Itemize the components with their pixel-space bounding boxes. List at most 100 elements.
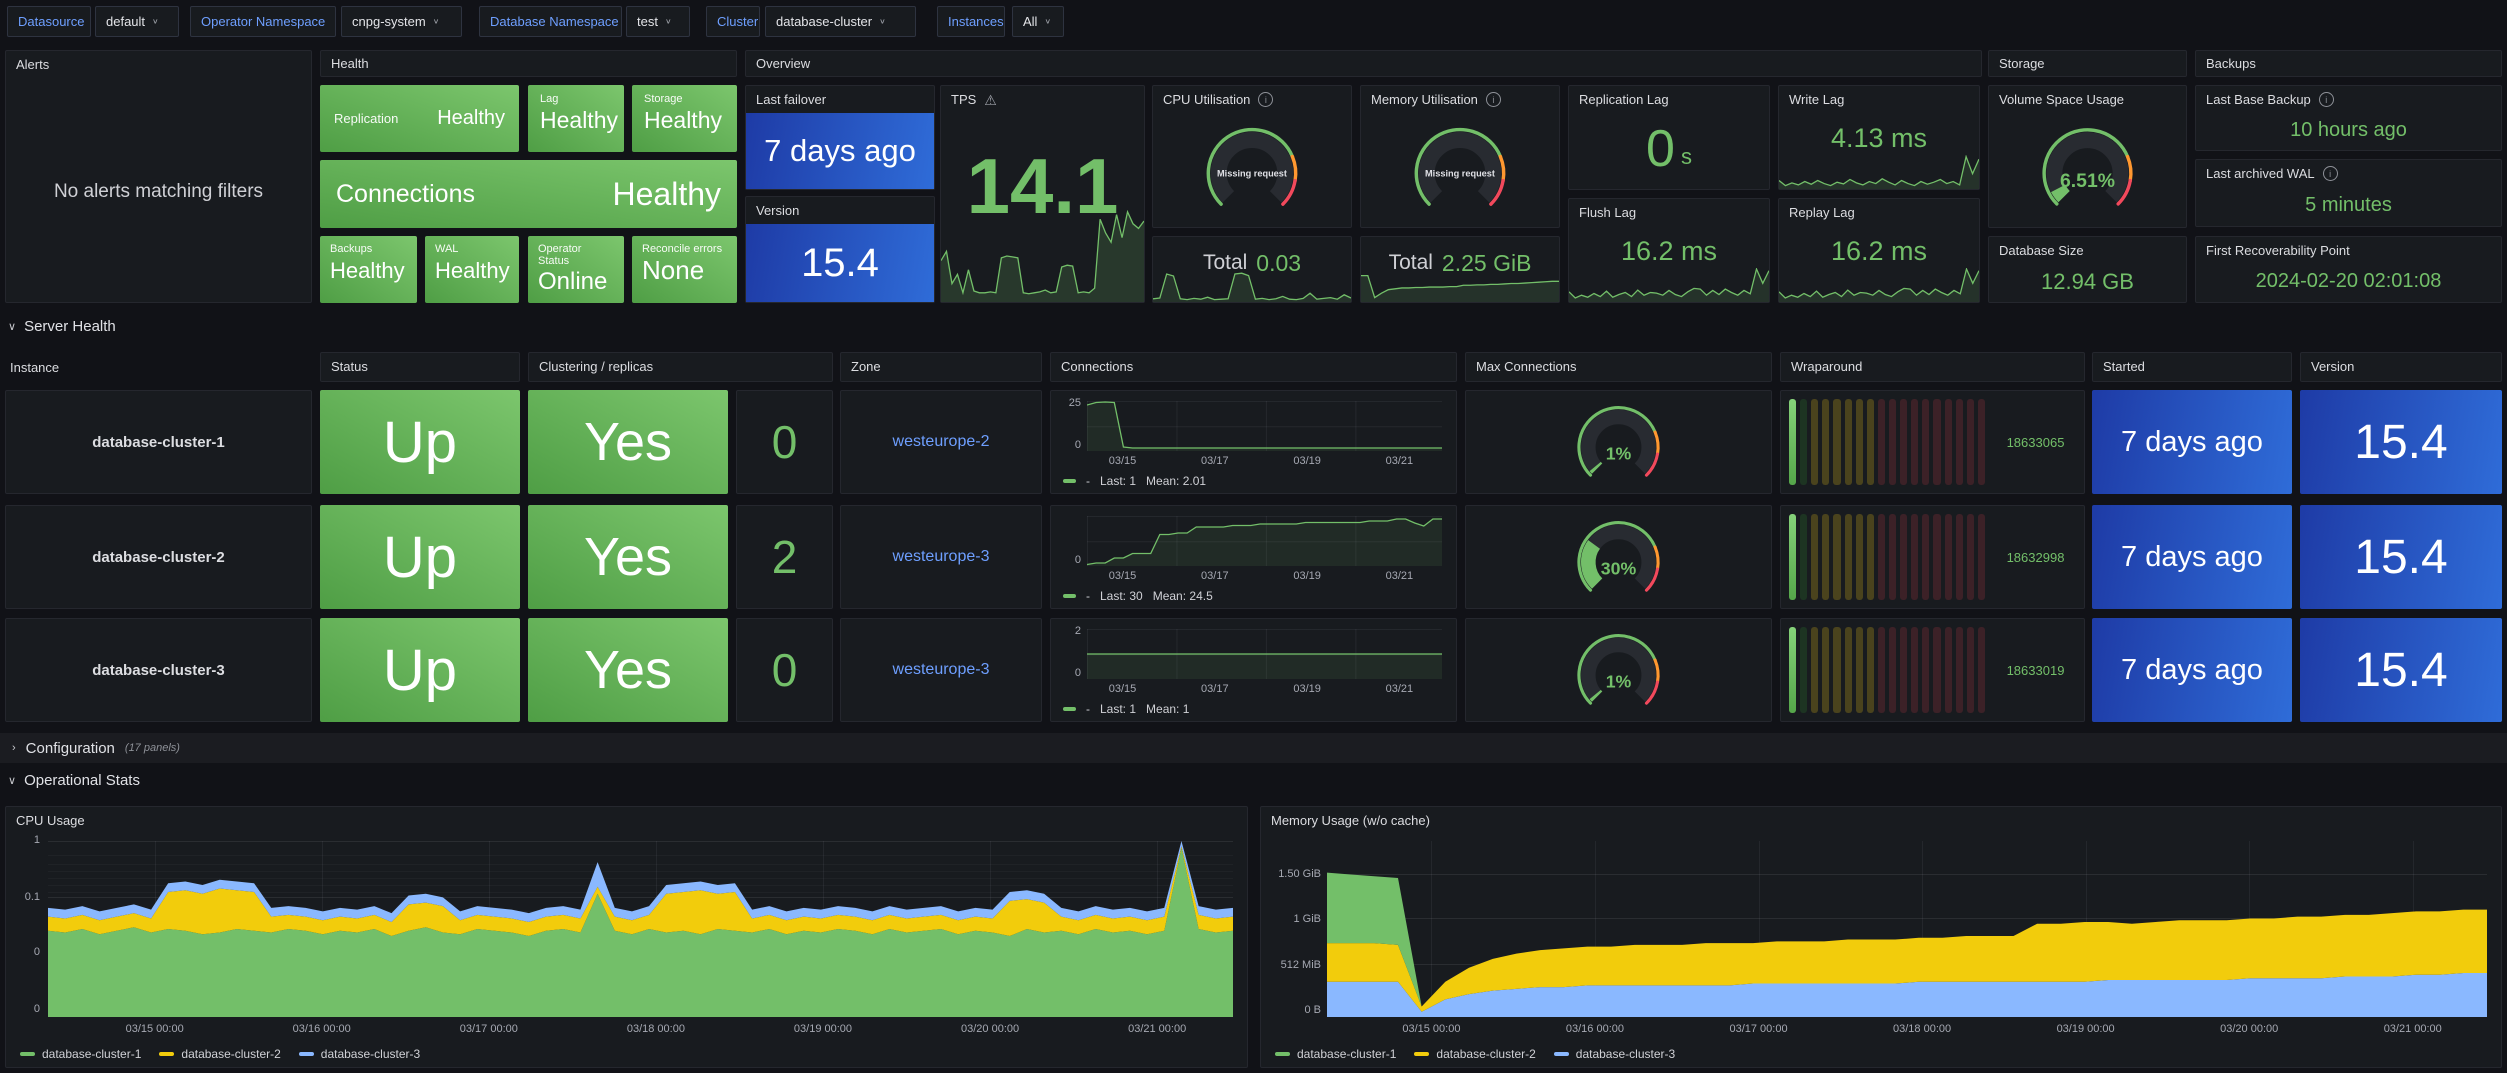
backups-header-panel: Backups <box>2195 50 2502 77</box>
wraparound-cell: 18632998 <box>1780 505 2085 609</box>
datasource-select[interactable]: default∨ <box>95 6 179 37</box>
instances-select[interactable]: All∨ <box>1012 6 1064 37</box>
cluster-select[interactable]: database-cluster∨ <box>765 6 916 37</box>
last-archived-wal-value: 5 minutes <box>2196 184 2501 226</box>
instance-name: database-cluster-1 <box>5 390 312 494</box>
column-header-status: Status <box>320 352 520 382</box>
chevron-down-icon: ∨ <box>152 17 159 26</box>
zone-link[interactable]: westeurope-3 <box>893 548 990 566</box>
tile-label: Reconcile errors <box>642 243 727 255</box>
legend-item[interactable]: database-cluster-2 <box>159 1047 280 1061</box>
tile-label: Replication <box>334 111 398 126</box>
panel-title: Storage <box>1989 53 2055 74</box>
clustering-badge: Yes <box>528 390 728 494</box>
first-recoverability-value: 2024-02-20 02:01:08 <box>2196 261 2501 302</box>
info-icon: i <box>1486 92 1501 107</box>
cluster-label: Cluster <box>706 6 760 37</box>
column-header-clustering: Clustering / replicas <box>528 352 833 382</box>
series-marker <box>1063 707 1076 711</box>
series-marker <box>20 1052 35 1056</box>
y-tick: 0 <box>34 1003 40 1015</box>
last-failover-value: 7 days ago <box>746 113 934 189</box>
legend-item[interactable]: database-cluster-3 <box>1554 1047 1675 1061</box>
section-title: Configuration <box>26 740 115 757</box>
health-header-panel: Health <box>320 50 737 77</box>
memory-usage-x-axis: 03/15 00:00 03/16 00:00 03/17 00:00 03/1… <box>1327 1023 2487 1039</box>
zone-link[interactable]: westeurope-2 <box>893 433 990 451</box>
panel-title: Replay Lag <box>1779 199 1979 226</box>
zone-cell: westeurope-3 <box>840 618 1042 722</box>
version-panel: Version 15.4 <box>745 196 935 303</box>
instances-label: Instances <box>937 6 1005 37</box>
panel-title: Last Base Backupi <box>2196 86 2501 113</box>
y-tick: 1.50 GiB <box>1269 868 1321 880</box>
section-server-health[interactable]: ∨ Server Health <box>8 318 116 335</box>
tile-label: Storage <box>644 93 725 105</box>
tile-value: Online <box>538 268 614 296</box>
panel-title: Memory Utilisationi <box>1361 86 1559 113</box>
health-tile-replication: Replication Healthy <box>320 85 519 152</box>
legend-item[interactable]: database-cluster-1 <box>20 1047 141 1061</box>
database-namespace-select[interactable]: test∨ <box>626 6 690 37</box>
cpu-usage-areas <box>48 841 1233 1017</box>
svg-text:Missing request: Missing request <box>1425 169 1495 179</box>
connections-x-axis: 03/15 03/17 03/19 03/21 <box>1087 570 1442 584</box>
last-archived-wal-panel: Last archived WALi 5 minutes <box>2195 159 2502 227</box>
last-base-backup-value: 10 hours ago <box>2196 110 2501 150</box>
series-marker <box>1275 1052 1290 1056</box>
section-title: Server Health <box>24 318 116 335</box>
memory-usage-chart-panel: Memory Usage (w/o cache) 1.50 GiB 1 GiB … <box>1260 806 2502 1068</box>
section-configuration[interactable]: › Configuration (17 panels) <box>0 733 2507 763</box>
health-tile-wal: WAL Healthy <box>425 236 519 303</box>
wraparound-led-gauge <box>1789 399 1989 485</box>
instance-name: database-cluster-3 <box>5 618 312 722</box>
tile-value: Healthy <box>613 176 722 213</box>
connections-sparkline <box>1087 629 1442 679</box>
database-namespace-label: Database Namespace <box>479 6 622 37</box>
connections-chart-cell: 25 0 03/15 03/17 03/19 03/21 -Last: 1Mea… <box>1050 390 1457 494</box>
series-marker <box>159 1052 174 1056</box>
volume-space-usage-panel: Volume Space Usage 6.51% <box>1988 85 2187 228</box>
flush-lag-sparkline <box>1569 268 1769 302</box>
cpu-total-panel: Total 0.03 <box>1152 236 1352 303</box>
tile-value: Healthy <box>540 107 612 134</box>
connections-chart-cell: 0 03/15 03/17 03/19 03/21 -Last: 30Mean:… <box>1050 505 1457 609</box>
info-icon: i <box>2319 92 2334 107</box>
svg-text:Missing request: Missing request <box>1217 169 1287 179</box>
svg-text:6.51%: 6.51% <box>2060 170 2115 192</box>
cpu-total-value: Total 0.03 <box>1153 245 1351 281</box>
panel-title: First Recoverability Point <box>2196 237 2501 264</box>
section-operational-stats[interactable]: ∨ Operational Stats <box>8 772 140 789</box>
health-tile-reconcile-errors: Reconcile errors None <box>632 236 737 303</box>
tile-value: Healthy <box>644 107 725 134</box>
write-lag-sparkline <box>1779 155 1979 189</box>
first-recoverability-panel: First Recoverability Point 2024-02-20 02… <box>2195 236 2502 303</box>
cpu-usage-x-axis: 03/15 00:00 03/16 00:00 03/17 00:00 03/1… <box>48 1023 1233 1039</box>
tps-value: 14.1 <box>941 116 1144 256</box>
y-tick: 2 <box>1055 625 1081 637</box>
legend-item[interactable]: database-cluster-3 <box>299 1047 420 1061</box>
chevron-down-icon: ∨ <box>879 17 886 26</box>
cpu-utilisation-gauge: Missing request <box>1183 112 1321 223</box>
zone-link[interactable]: westeurope-3 <box>893 661 990 679</box>
zone-cell: westeurope-3 <box>840 505 1042 609</box>
replicas-count: 0 <box>736 618 833 722</box>
panel-title: Last failover <box>746 86 934 113</box>
tile-value: Healthy <box>435 258 509 284</box>
alerts-panel: Alerts No alerts matching filters <box>5 50 312 303</box>
legend-item[interactable]: database-cluster-2 <box>1414 1047 1535 1061</box>
wraparound-value: 18633065 <box>1993 391 2078 493</box>
replication-lag-value: 0 s <box>1569 108 1769 189</box>
memory-utilisation-panel: Memory Utilisationi Missing request <box>1360 85 1560 228</box>
panel-title: Memory Usage (w/o cache) <box>1261 807 2501 834</box>
legend-item[interactable]: database-cluster-1 <box>1275 1047 1396 1061</box>
instance-name: database-cluster-2 <box>5 505 312 609</box>
total-value: 2.25 GiB <box>1442 250 1532 277</box>
replay-lag-value: 16.2 ms <box>1779 233 1979 269</box>
y-tick: 0 <box>1055 554 1081 566</box>
version-badge: 15.4 <box>2300 618 2502 722</box>
operator-namespace-select[interactable]: cnpg-system∨ <box>341 6 462 37</box>
series-marker <box>1554 1052 1569 1056</box>
database-size-value: 12.94 GB <box>1989 261 2186 302</box>
connections-legend: -Last: 1Mean: 2.01 <box>1063 474 1206 488</box>
